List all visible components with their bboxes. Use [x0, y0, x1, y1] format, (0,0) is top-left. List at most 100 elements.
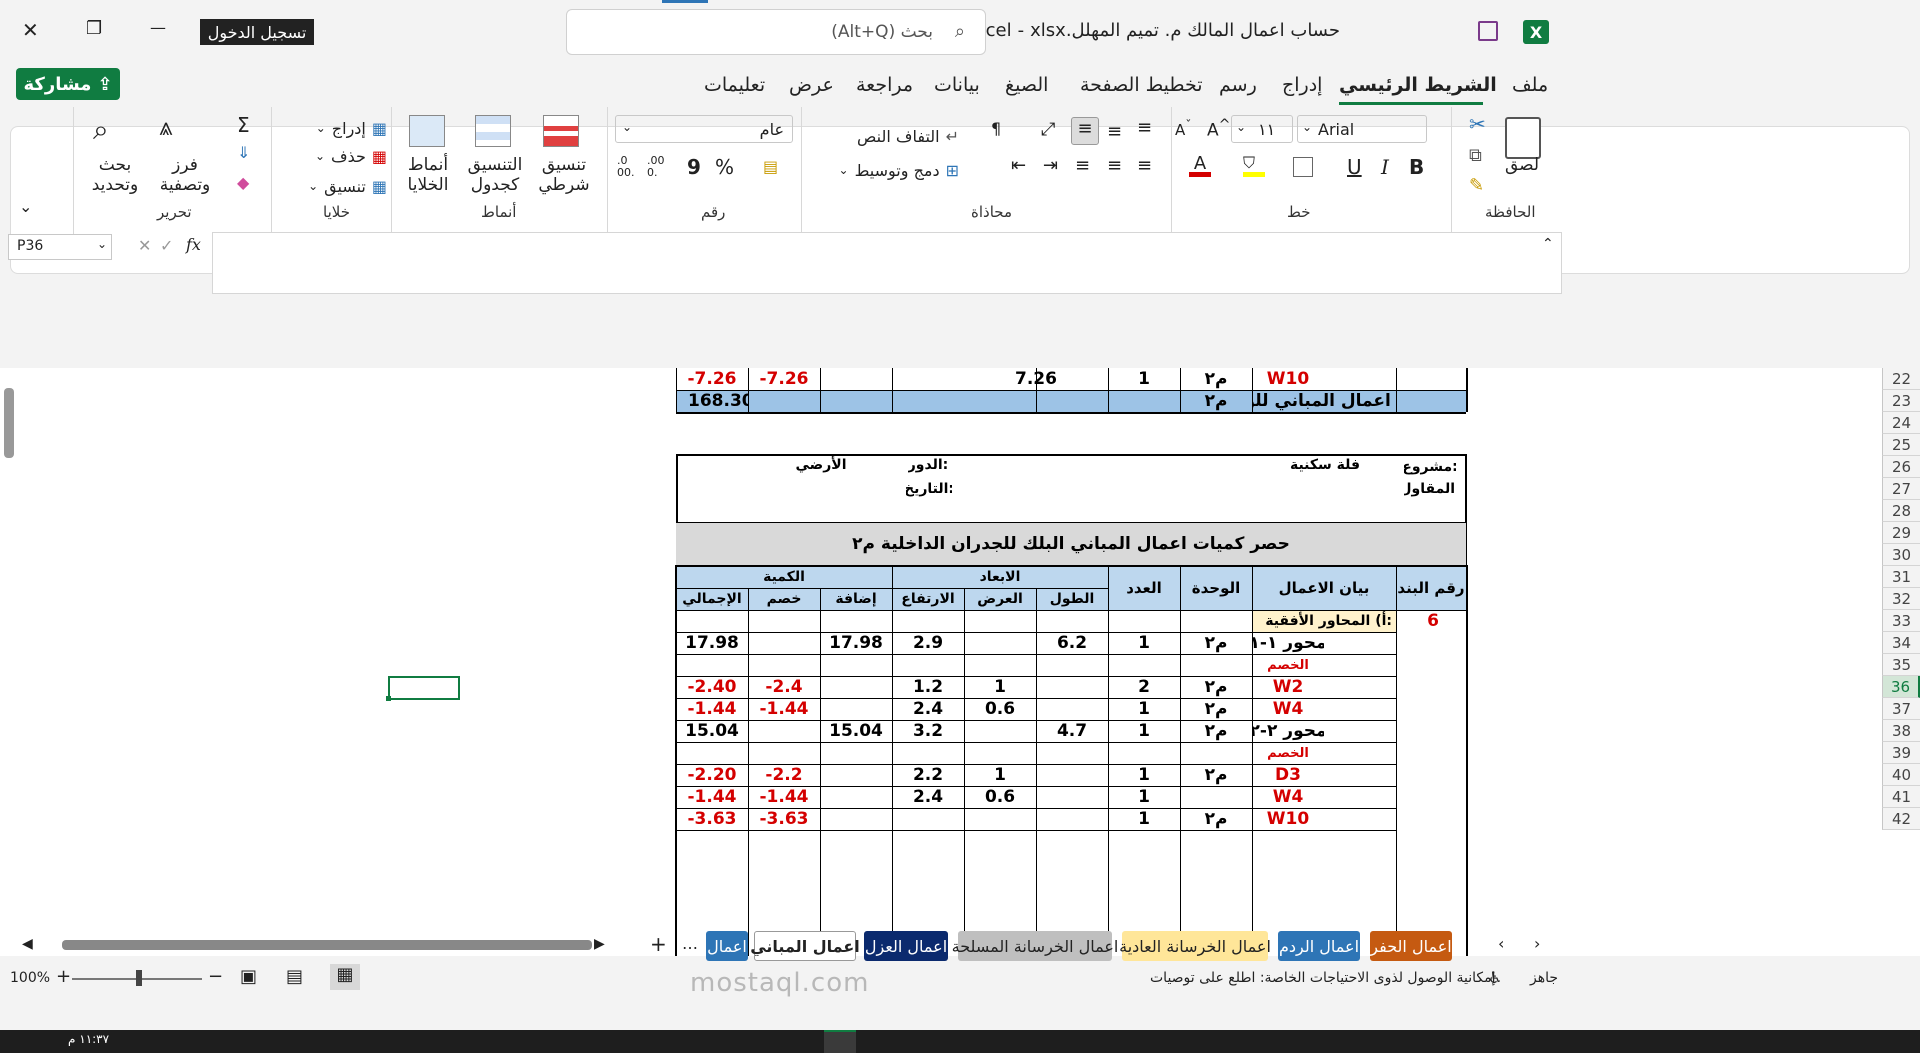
close-button[interactable]: ✕ [22, 18, 39, 42]
row-header-31[interactable]: 31 [1882, 566, 1920, 588]
tab-draw[interactable]: رسم [1219, 74, 1257, 96]
row-header-40[interactable]: 40 [1882, 764, 1920, 786]
sign-in-button[interactable]: تسجيل الدخول [200, 19, 314, 45]
tab-insert[interactable]: إدراج [1282, 74, 1322, 96]
cut-icon[interactable]: ✂ [1469, 112, 1486, 136]
accessibility-status[interactable]: إمكانية الوصول لذوى الاحتياجات الخاصة: ا… [1150, 970, 1496, 986]
row-header-23[interactable]: 23 [1882, 390, 1920, 412]
row-header-30[interactable]: 30 [1882, 544, 1920, 566]
restore-button[interactable]: ❐ [86, 18, 102, 39]
tab-page-layout[interactable]: تخطيط الصفحة [1080, 74, 1203, 96]
sheet-tab-2[interactable]: اعمال الخرسانة العادية [1119, 931, 1271, 961]
format-painter-icon[interactable]: ✎ [1469, 175, 1484, 196]
share-button[interactable]: مشاركة ⇪ [16, 68, 120, 100]
paste-button[interactable]: لصق [1505, 155, 1539, 175]
row-header-22[interactable]: 22 [1882, 368, 1920, 390]
shrink-font-icon[interactable]: Aˇ [1175, 117, 1192, 139]
bold-button[interactable]: B [1409, 155, 1424, 179]
decrease-decimal-button[interactable]: .0 00. [617, 155, 641, 179]
row-header-42[interactable]: 42 [1882, 808, 1920, 830]
tab-data[interactable]: بيانات [934, 74, 980, 96]
normal-view-icon[interactable]: ▦ [330, 964, 360, 990]
align-left-icon[interactable]: ≡ [1075, 155, 1090, 176]
paste-icon[interactable] [1505, 117, 1541, 159]
sheet-tab-4[interactable]: اعمال العزل [864, 931, 948, 961]
save-icon[interactable] [1478, 21, 1498, 41]
row-header-37[interactable]: 37 [1882, 698, 1920, 720]
format-as-table-icon[interactable] [475, 115, 511, 147]
minimize-button[interactable]: — [150, 18, 166, 37]
sheet-tab-3[interactable]: اعمال الخرسانة المسلحة [952, 931, 1118, 961]
excel-taskbar-icon[interactable] [824, 1030, 856, 1053]
row-header-41[interactable]: 41 [1882, 786, 1920, 808]
conditional-format-icon[interactable] [543, 115, 579, 147]
tab-view[interactable]: عرض [789, 74, 834, 96]
formula-input[interactable] [212, 232, 1562, 294]
sheet-tab-5[interactable]: اعمال المباني [750, 931, 860, 961]
align-middle-icon[interactable]: ≡ [1107, 121, 1122, 142]
tab-file[interactable]: ملف [1512, 74, 1548, 96]
tab-home[interactable]: الشريط الرئيسي [1339, 74, 1497, 96]
tab-help[interactable]: تعليمات [704, 74, 765, 96]
row-header-38[interactable]: 38 [1882, 720, 1920, 742]
accounting-icon[interactable]: ▤ [763, 157, 778, 176]
find-select-icon[interactable]: ⌕ [93, 113, 109, 147]
increase-decimal-button[interactable]: .00 0. [647, 155, 671, 179]
font-size-select[interactable]: ١١ ⌄ [1231, 115, 1293, 143]
fill-color-icon[interactable]: ⛉ [1243, 153, 1265, 177]
row-header-36[interactable]: 36 [1882, 676, 1920, 698]
merge-center-button[interactable]: ⌄ دمج وتوسيط ⊞ [821, 157, 959, 183]
grow-font-icon[interactable]: A^ [1207, 117, 1231, 141]
zoom-in-icon[interactable]: + [56, 966, 71, 987]
cell-styles-icon[interactable] [409, 115, 445, 147]
page-break-icon[interactable]: ▣ [240, 966, 257, 987]
font-color-icon[interactable]: A [1189, 153, 1211, 177]
align-center-icon[interactable]: ≡ [1107, 155, 1122, 176]
cancel-icon[interactable]: ✕ [138, 236, 151, 255]
rtl-icon[interactable]: ¶ [991, 119, 1001, 138]
orientation-icon[interactable]: ⤢ [1041, 119, 1055, 140]
enter-icon[interactable]: ✓ [160, 236, 173, 255]
row-header-28[interactable]: 28 [1882, 500, 1920, 522]
align-top-icon[interactable]: ≡ [1137, 117, 1152, 138]
tab-formulas[interactable]: الصيغ [1005, 74, 1048, 96]
sheet-tab-0[interactable]: اعمال الحفر [1370, 931, 1452, 961]
font-name-select[interactable]: Arial ⌄ [1297, 115, 1427, 143]
zoom-level[interactable]: 100% [10, 970, 50, 986]
row-header-39[interactable]: 39 [1882, 742, 1920, 764]
row-header-35[interactable]: 35 [1882, 654, 1920, 676]
sheet-tab-6[interactable]: اعمال [706, 931, 748, 961]
zoom-slider-thumb[interactable] [136, 970, 142, 986]
format-as-table-button[interactable]: التنسيق كجدول [459, 155, 531, 195]
zoom-out-icon[interactable]: − [208, 966, 223, 987]
conditional-format-button[interactable]: تنسيق شرطي [529, 155, 599, 195]
autosum-icon[interactable]: Σ [237, 113, 250, 137]
delete-cells-button[interactable]: ⌄ حذف ▦ [297, 143, 387, 169]
number-format-select[interactable]: عام ⌄ [615, 115, 793, 143]
active-cell-p36[interactable] [388, 676, 460, 700]
percent-button[interactable]: % [715, 155, 734, 179]
row-header-33[interactable]: 33 [1882, 610, 1920, 632]
insert-cells-button[interactable]: ⌄ إدراج ▦ [297, 115, 387, 141]
row-header-26[interactable]: 26 [1882, 456, 1920, 478]
collapse-ribbon-icon[interactable]: ⌄ [19, 197, 32, 216]
align-right-icon[interactable]: ≡ [1137, 155, 1152, 176]
sort-filter-icon[interactable]: ⩓ [159, 113, 173, 141]
indent-icon[interactable]: ⇥ [1043, 155, 1058, 176]
find-select-button[interactable]: بحث وتحديد [85, 155, 145, 195]
search-box[interactable]: ⌕ بحث (Alt+Q) [566, 9, 986, 55]
row-header-25[interactable]: 25 [1882, 434, 1920, 456]
sheet-tab-1[interactable]: اعمال الردم [1278, 931, 1360, 961]
tab-review[interactable]: مراجعة [856, 74, 913, 96]
underline-button[interactable]: U [1347, 155, 1362, 179]
italic-button[interactable]: I [1381, 155, 1389, 179]
copy-icon[interactable]: ⧉ [1469, 145, 1482, 166]
sort-filter-button[interactable]: فرز وتصفية [157, 155, 213, 195]
name-box[interactable]: P36 ⌄ [8, 234, 112, 260]
row-header-29[interactable]: 29 [1882, 522, 1920, 544]
fx-icon[interactable]: fx [186, 235, 201, 254]
expand-formula-icon[interactable]: ⌃ [1542, 236, 1554, 252]
page-layout-icon[interactable]: ▤ [286, 966, 303, 987]
row-header-32[interactable]: 32 [1882, 588, 1920, 610]
borders-icon[interactable] [1293, 157, 1313, 177]
